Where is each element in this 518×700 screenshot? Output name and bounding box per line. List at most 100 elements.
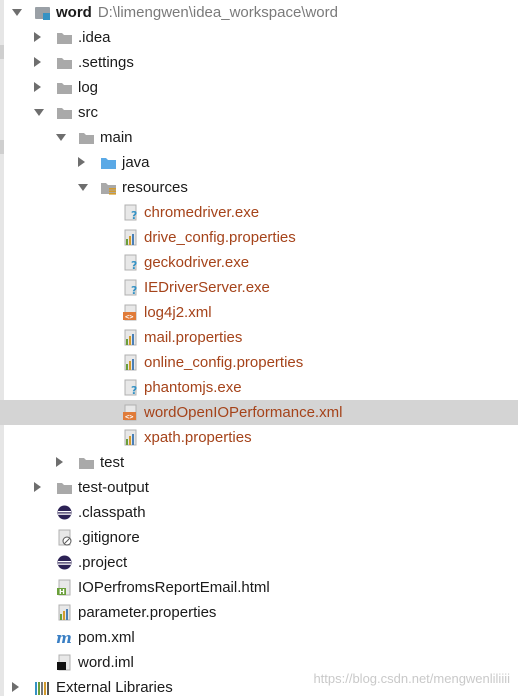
svg-text:H: H [59, 588, 65, 596]
source-folder-icon [100, 154, 117, 171]
properties-file-icon [122, 354, 139, 371]
tree-item-label: resources [122, 179, 188, 196]
tree-row[interactable]: drive_config.properties [0, 225, 518, 250]
executable-file-icon: ? [122, 204, 139, 222]
tree-item-label: test [100, 454, 125, 471]
chevron-right-icon[interactable] [56, 457, 63, 467]
tree-row[interactable]: word D:\limengwen\idea_workspace\word [0, 0, 518, 25]
tree-item-label: log [78, 79, 99, 96]
tree-row[interactable]: .idea [0, 25, 518, 50]
chevron-down-icon[interactable] [56, 134, 66, 141]
tree-item-label: .project [78, 554, 128, 571]
chevron-right-icon[interactable] [34, 32, 41, 42]
tree-row[interactable]: src [0, 100, 518, 125]
tree-item-label: word D:\limengwen\idea_workspace\word [56, 4, 338, 21]
tree-item-label: .settings [78, 54, 134, 71]
gitignore-file-icon [56, 529, 73, 546]
folder-icon [78, 454, 95, 471]
tree-item-label: geckodriver.exe [144, 254, 250, 271]
tree-row[interactable]: resources [0, 175, 518, 200]
folder-icon [56, 104, 73, 121]
folder-icon [56, 54, 73, 71]
tree-row[interactable]: mail.properties [0, 325, 518, 350]
tree-row[interactable]: m pom.xml [0, 625, 518, 650]
tree-item-label: main [100, 129, 133, 146]
tree-row[interactable]: test [0, 450, 518, 475]
tree-item-label: pom.xml [78, 629, 135, 646]
svg-text:?: ? [131, 384, 137, 396]
tree-row[interactable]: .project [0, 550, 518, 575]
chevron-right-icon[interactable] [34, 482, 41, 492]
tree-row[interactable]: xpath.properties [0, 425, 518, 450]
tree-item-label: word.iml [78, 654, 134, 671]
folder-icon [78, 129, 95, 146]
executable-file-icon: ? [122, 279, 139, 297]
svg-text:?: ? [131, 209, 137, 221]
tree-item-label: online_config.properties [144, 354, 304, 371]
xml-file-icon: <> [122, 304, 139, 321]
properties-file-icon [122, 229, 139, 246]
tree-item-label: xpath.properties [144, 429, 252, 446]
executable-file-icon: ? [122, 379, 139, 397]
chevron-right-icon[interactable] [78, 157, 85, 167]
tree-item-label: phantomjs.exe [144, 379, 242, 396]
folder-icon [56, 29, 73, 46]
tree-row[interactable]: <> wordOpenIOPerformance.xml [0, 400, 518, 425]
chevron-right-icon[interactable] [34, 82, 41, 92]
tree-item-label: drive_config.properties [144, 229, 296, 246]
executable-file-icon: ? [122, 254, 139, 272]
svg-text:?: ? [131, 259, 137, 271]
tree-item-label: External Libraries [56, 679, 173, 696]
watermark: https://blog.csdn.net/mengwenliliiii [313, 671, 510, 686]
tree-item-label: java [122, 154, 150, 171]
tree-item-label: .classpath [78, 504, 146, 521]
tree-row[interactable]: .gitignore [0, 525, 518, 550]
maven-pom-icon: m [56, 629, 73, 647]
tree-row[interactable]: java [0, 150, 518, 175]
tree-row[interactable]: <> log4j2.xml [0, 300, 518, 325]
chevron-down-icon[interactable] [12, 9, 22, 16]
folder-icon [56, 479, 73, 496]
tree-item-label: IEDriverServer.exe [144, 279, 270, 296]
external-libraries-icon [34, 679, 51, 696]
resources-folder-icon [100, 179, 117, 196]
properties-file-icon [56, 604, 73, 621]
tree-row[interactable]: test-output [0, 475, 518, 500]
svg-text:m: m [56, 629, 72, 646]
tree-item-label: chromedriver.exe [144, 204, 260, 221]
tree-row[interactable]: log [0, 75, 518, 100]
properties-file-icon [122, 329, 139, 346]
tree-row[interactable]: .settings [0, 50, 518, 75]
chevron-right-icon[interactable] [34, 57, 41, 67]
tree-item-label: src [78, 104, 98, 121]
chevron-down-icon[interactable] [78, 184, 88, 191]
tree-item-label: mail.properties [144, 329, 243, 346]
tree-row[interactable]: ? phantomjs.exe [0, 375, 518, 400]
tree-item-label: parameter.properties [78, 604, 217, 621]
tree-item-label: wordOpenIOPerformance.xml [144, 404, 343, 421]
chevron-down-icon[interactable] [34, 109, 44, 116]
html-file-icon: H [56, 579, 73, 596]
properties-file-icon [122, 429, 139, 446]
tree-item-label: test-output [78, 479, 149, 496]
tree-row[interactable]: H IOPerfromsReportEmail.html [0, 575, 518, 600]
tree-item-label: .idea [78, 29, 111, 46]
svg-text:?: ? [131, 284, 137, 296]
tree-item-label: IOPerfromsReportEmail.html [78, 579, 270, 596]
tree-row[interactable]: ? IEDriverServer.exe [0, 275, 518, 300]
eclipse-file-icon [56, 504, 73, 521]
iml-file-icon [56, 654, 73, 671]
svg-text:<>: <> [125, 313, 133, 321]
tree-row[interactable]: parameter.properties [0, 600, 518, 625]
tree-row[interactable]: ? chromedriver.exe [0, 200, 518, 225]
chevron-right-icon[interactable] [12, 682, 19, 692]
tree-item-label: .gitignore [78, 529, 140, 546]
tree-row[interactable]: ? geckodriver.exe [0, 250, 518, 275]
xml-file-icon: <> [122, 404, 139, 421]
tree-row[interactable]: online_config.properties [0, 350, 518, 375]
tree-row[interactable]: .classpath [0, 500, 518, 525]
tree-row[interactable]: main [0, 125, 518, 150]
folder-icon [56, 79, 73, 96]
tree-item-label: log4j2.xml [144, 304, 212, 321]
module-icon [34, 4, 51, 21]
